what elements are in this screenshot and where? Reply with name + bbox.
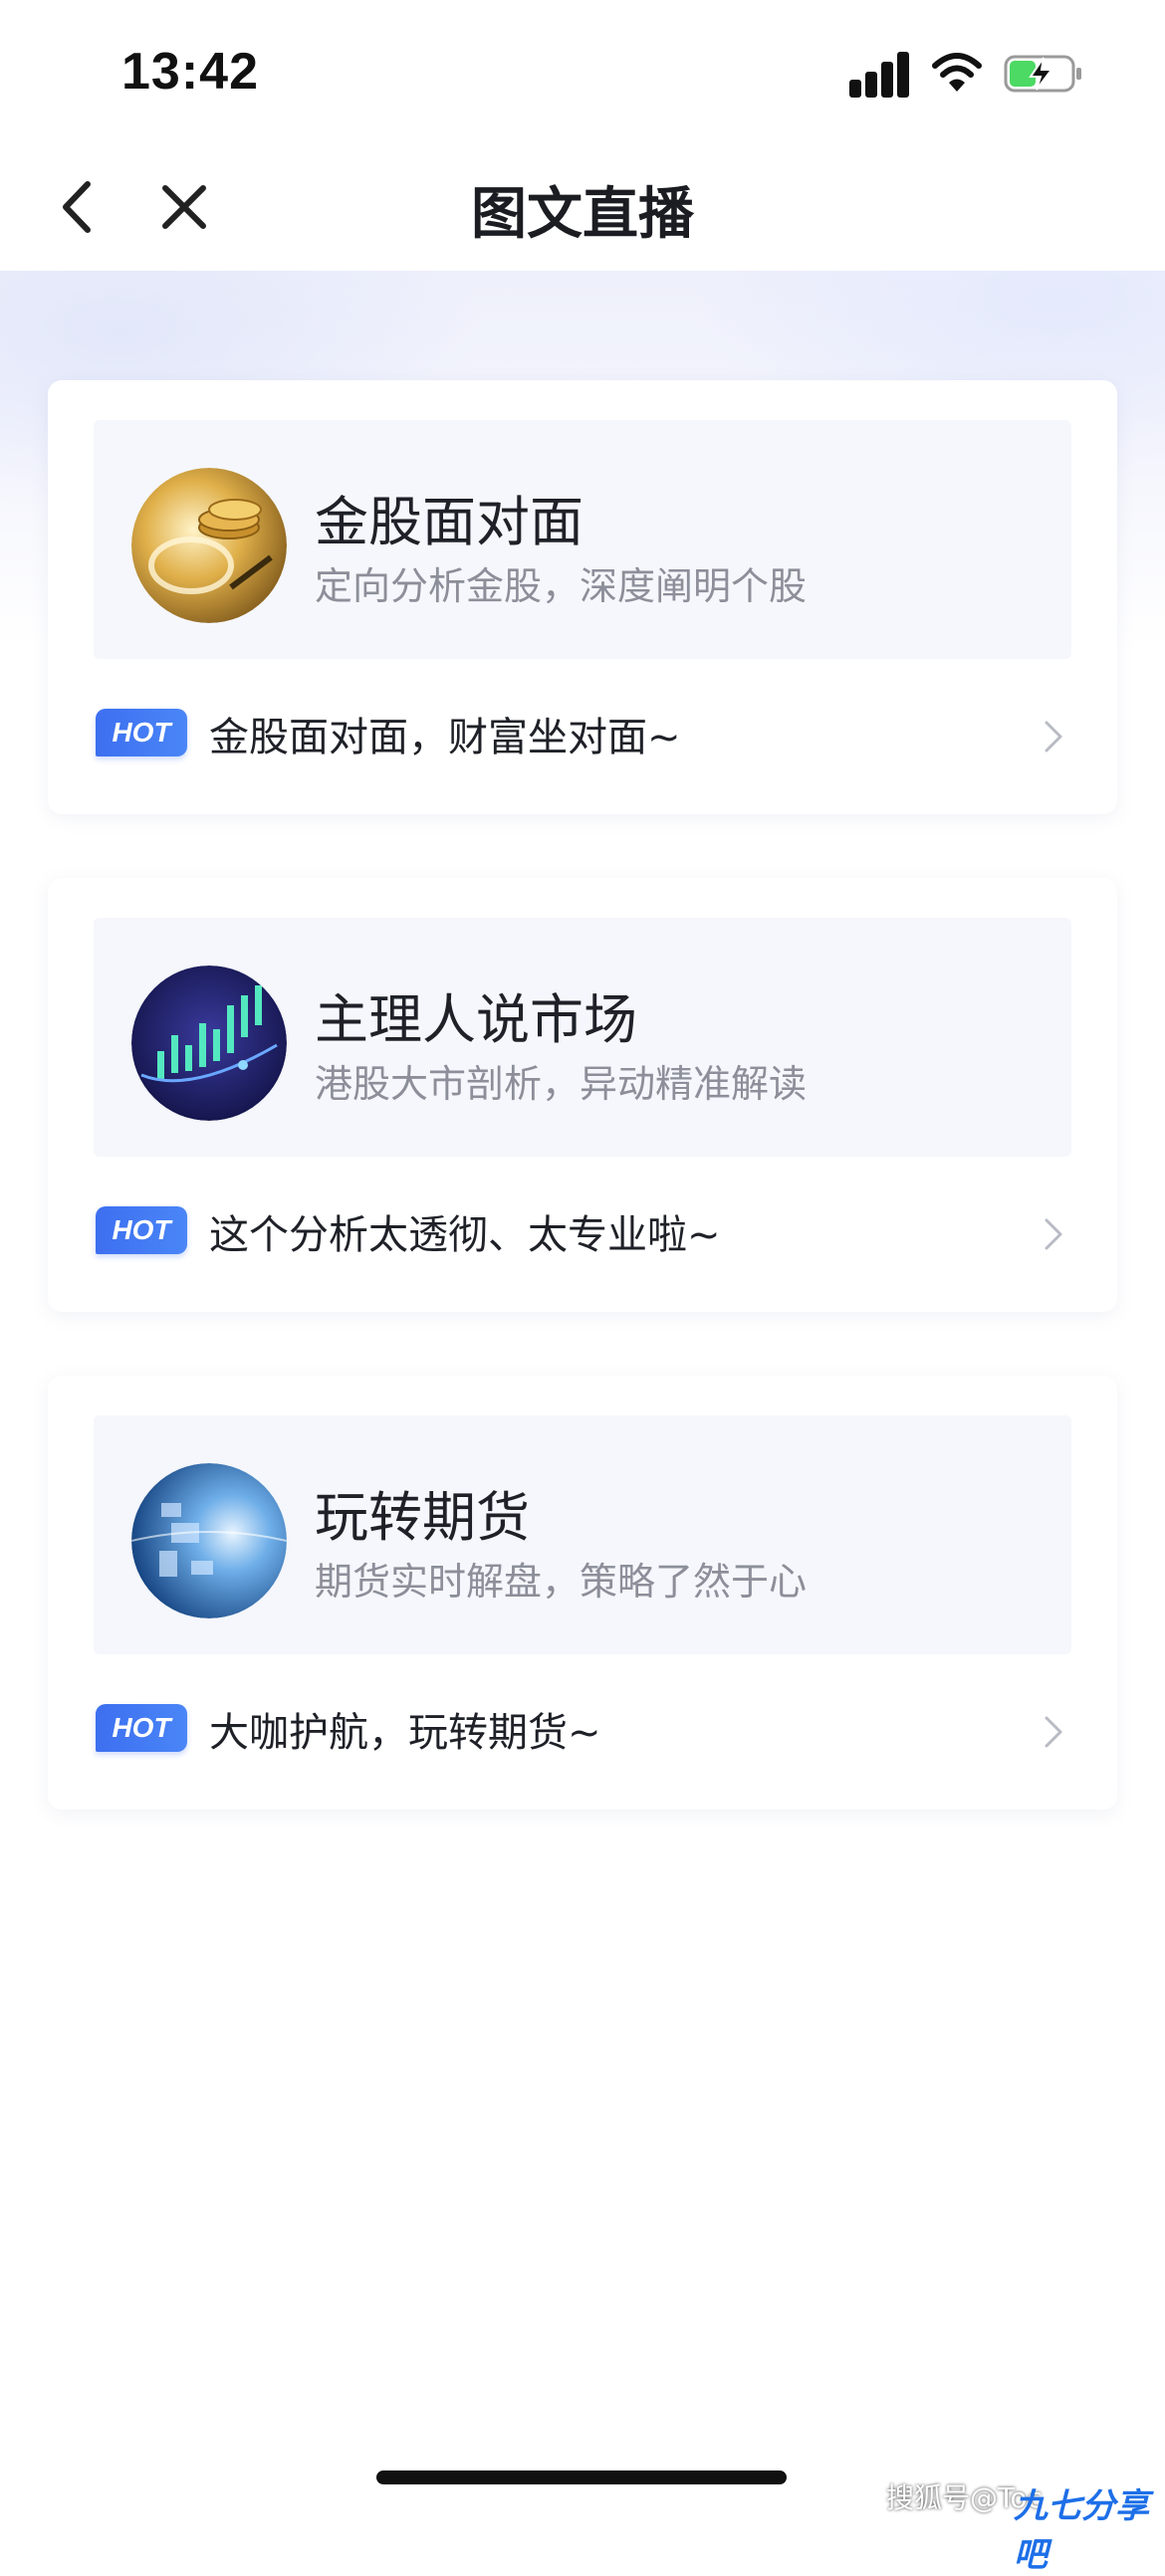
cellular-signal-icon	[849, 52, 911, 98]
content-area: 金股面对面 定向分析金股，深度阐明个股 HOT 金股面对面，财富坐对面~ 主理人…	[0, 271, 1165, 2520]
card-subtitle: 期货实时解盘，策略了然于心	[315, 1560, 808, 1604]
card-subtitle: 港股大市剖析，异动精准解读	[315, 1062, 808, 1106]
chevron-right-icon	[1045, 1716, 1062, 1748]
card-banner[interactable]: 主理人说市场 港股大市剖析，异动精准解读	[94, 918, 1071, 1157]
nav-bar: 图文直播	[0, 139, 1165, 271]
wifi-icon	[932, 53, 982, 92]
candlestick-chart-icon	[131, 966, 287, 1121]
card-title: 金股面对面	[315, 491, 583, 553]
gold-coins-icon	[131, 468, 287, 623]
hot-text: 金股面对面，财富坐对面~	[209, 715, 681, 760]
live-card[interactable]: 玩转期货 期货实时解盘，策略了然于心 HOT 大咖护航，玩转期货~	[48, 1376, 1117, 1810]
card-banner[interactable]: 玩转期货 期货实时解盘，策略了然于心	[94, 1415, 1071, 1654]
globe-icon	[131, 1463, 287, 1618]
hot-row[interactable]: HOT 这个分析太透彻、太专业啦~	[48, 1157, 1117, 1312]
hot-badge: HOT	[96, 1206, 187, 1254]
hot-row[interactable]: HOT 大咖护航，玩转期货~	[48, 1654, 1117, 1810]
status-time: 13:42	[121, 43, 259, 101]
chevron-right-icon	[1045, 721, 1062, 752]
hot-row[interactable]: HOT 金股面对面，财富坐对面~	[48, 659, 1117, 814]
card-subtitle: 定向分析金股，深度阐明个股	[315, 564, 808, 608]
hot-text: 大咖护航，玩转期货~	[209, 1710, 601, 1756]
chevron-right-icon	[1045, 1218, 1062, 1250]
status-bar: 13:42	[0, 0, 1165, 139]
live-card[interactable]: 主理人说市场 港股大市剖析，异动精准解读 HOT 这个分析太透彻、太专业啦~	[48, 878, 1117, 1312]
hot-badge: HOT	[96, 709, 187, 756]
card-banner[interactable]: 金股面对面 定向分析金股，深度阐明个股	[94, 420, 1071, 659]
card-title: 主理人说市场	[315, 988, 637, 1051]
hot-badge: HOT	[96, 1704, 187, 1752]
battery-charging-icon	[1004, 55, 1081, 93]
card-title: 玩转期货	[315, 1486, 530, 1549]
watermark-logo: 九七分享吧	[1014, 2486, 1149, 2575]
home-indicator	[376, 2470, 787, 2484]
hot-text: 这个分析太透彻、太专业啦~	[209, 1212, 721, 1258]
page-title: 图文直播	[471, 182, 694, 247]
live-card[interactable]: 金股面对面 定向分析金股，深度阐明个股 HOT 金股面对面，财富坐对面~	[48, 380, 1117, 814]
